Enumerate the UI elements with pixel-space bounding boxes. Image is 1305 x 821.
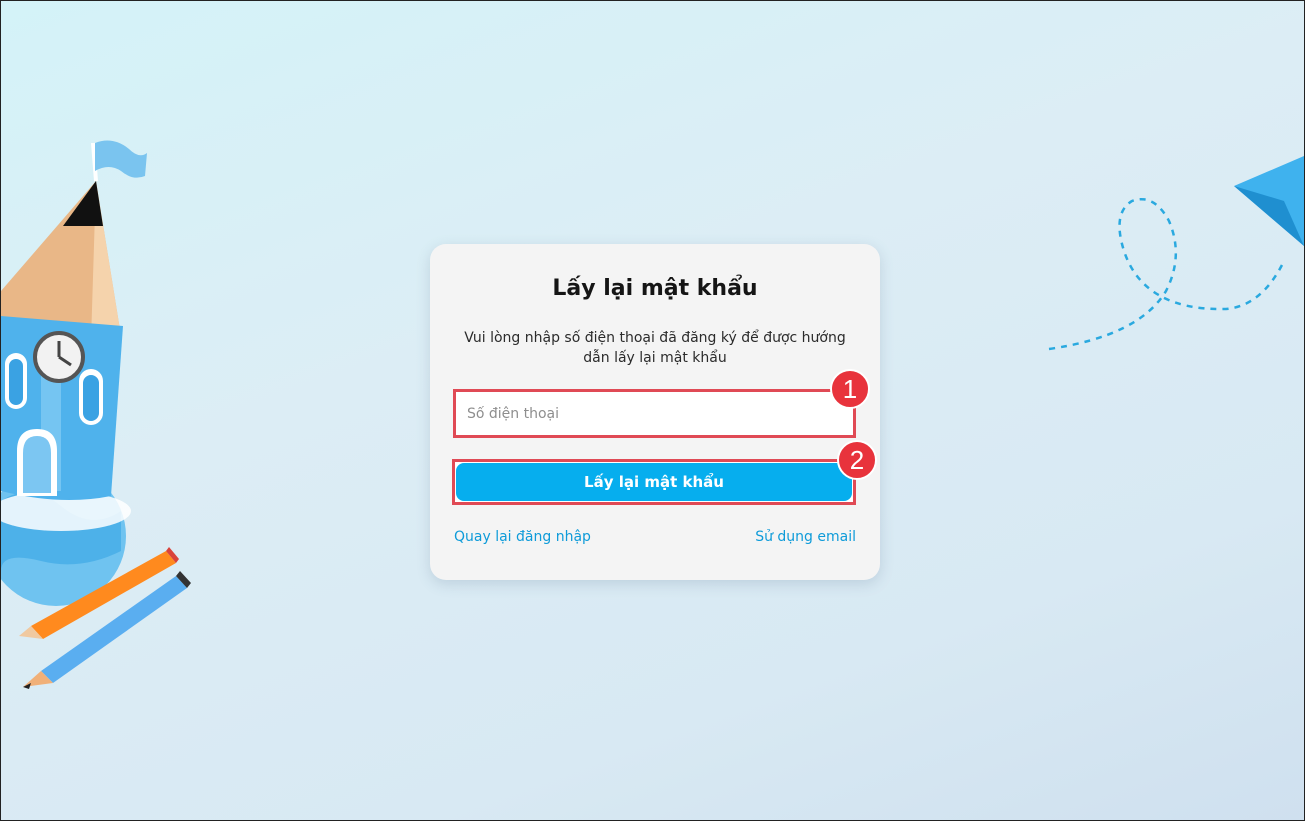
submit-highlight: Lấy lại mật khẩu — [452, 459, 856, 505]
use-email-link[interactable]: Sử dụng email — [755, 529, 856, 545]
phone-input[interactable] — [456, 392, 853, 435]
step-badge-1: 1 — [830, 369, 870, 409]
instruction-text: Vui lòng nhập số điện thoại đã đăng ký đ… — [464, 330, 846, 366]
paper-plane-icon — [1234, 156, 1304, 246]
reset-password-card: Lấy lại mật khẩu Vui lòng nhập số điện t… — [430, 244, 880, 580]
step-badge-2: 2 — [837, 440, 877, 480]
page-title: Lấy lại mật khẩu — [552, 276, 758, 301]
pencil-castle-icon — [1, 140, 147, 500]
reset-password-button[interactable]: Lấy lại mật khẩu — [456, 463, 852, 501]
pencil-castle-illustration — [1, 140, 191, 689]
paper-plane-illustration — [1048, 156, 1304, 351]
back-to-login-link[interactable]: Quay lại đăng nhập — [454, 529, 591, 545]
phone-field-highlight — [453, 389, 856, 438]
